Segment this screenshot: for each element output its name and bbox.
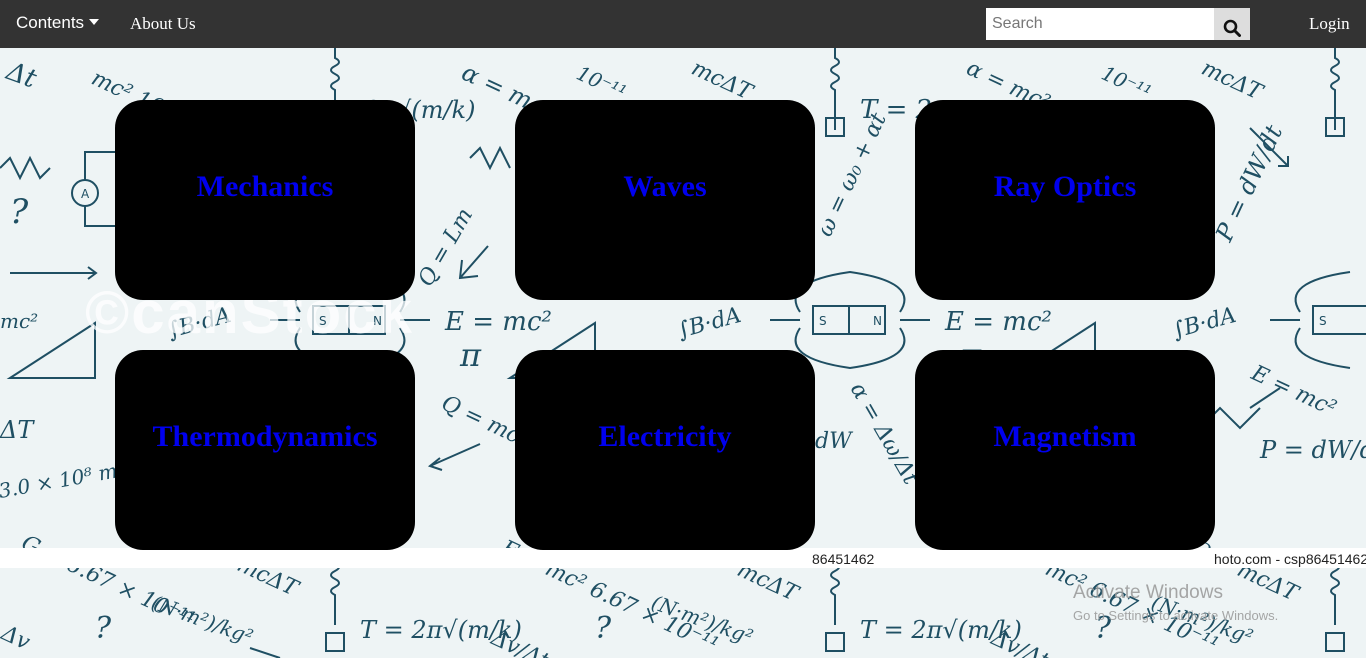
svg-text:?: ? bbox=[95, 611, 112, 646]
svg-text:A: A bbox=[81, 187, 90, 201]
topic-card-thermodynamics[interactable]: Thermodynamics bbox=[115, 350, 415, 550]
svg-text:E = mc²: E = mc² bbox=[444, 307, 552, 337]
topic-card-waves[interactable]: Waves bbox=[515, 100, 815, 300]
svg-text:S: S bbox=[1319, 314, 1327, 328]
svg-text:mcΔT: mcΔT bbox=[1197, 56, 1267, 107]
svg-text:?: ? bbox=[10, 192, 29, 232]
svg-text:mc²: mc² bbox=[0, 309, 38, 333]
svg-text:?: ? bbox=[595, 611, 612, 646]
topic-card-electricity[interactable]: Electricity bbox=[515, 350, 815, 550]
search-icon bbox=[1223, 19, 1241, 37]
svg-text:Q = mc: Q = mc bbox=[437, 391, 523, 449]
svg-text:∫B·dA: ∫B·dA bbox=[675, 303, 744, 344]
about-us-link[interactable]: About Us bbox=[130, 14, 196, 34]
activate-windows-subtitle: Go to Settings to activate Windows. bbox=[1073, 608, 1279, 623]
watermark-strip bbox=[0, 548, 1366, 568]
svg-text:N: N bbox=[873, 314, 882, 328]
search-button[interactable] bbox=[1214, 8, 1250, 40]
contents-label: Contents bbox=[16, 13, 85, 32]
topic-card-ray-optics[interactable]: Ray Optics bbox=[915, 100, 1215, 300]
activate-windows-notice: Activate Windows Go to Settings to activ… bbox=[1073, 582, 1278, 623]
svg-text:E = mc²: E = mc² bbox=[1247, 360, 1340, 421]
search-input[interactable] bbox=[986, 8, 1214, 40]
svg-text:dW: dW bbox=[815, 429, 854, 454]
watermark-id-1: 86451462 bbox=[812, 551, 875, 567]
topic-title: Mechanics bbox=[196, 170, 334, 203]
svg-text:P = dW/dt: P = dW/dt bbox=[1259, 436, 1366, 464]
topic-title: Waves bbox=[623, 170, 707, 203]
svg-text:Δt: Δt bbox=[2, 56, 41, 95]
svg-text:∫B·dA: ∫B·dA bbox=[1170, 303, 1239, 344]
svg-text:ω = ω₀ + αt: ω = ω₀ + αt bbox=[813, 109, 892, 240]
svg-text:π: π bbox=[459, 336, 482, 374]
topic-card-magnetism[interactable]: Magnetism bbox=[915, 350, 1215, 550]
svg-text:10⁻¹¹: 10⁻¹¹ bbox=[573, 61, 630, 105]
topic-title: Thermodynamics bbox=[152, 420, 378, 453]
topic-card-mechanics[interactable]: Mechanics bbox=[115, 100, 415, 300]
caret-down-icon bbox=[89, 18, 100, 25]
topic-title: Magnetism bbox=[993, 420, 1137, 453]
activate-windows-title: Activate Windows bbox=[1073, 582, 1223, 603]
svg-text:Δv: Δv bbox=[0, 620, 34, 655]
svg-text:α = Δω/Δt: α = Δω/Δt bbox=[845, 379, 923, 490]
topic-title: Ray Optics bbox=[993, 170, 1137, 203]
svg-text:S: S bbox=[819, 314, 827, 328]
svg-text:10⁻¹¹: 10⁻¹¹ bbox=[1098, 61, 1155, 105]
contents-dropdown[interactable]: Contents bbox=[16, 13, 100, 33]
login-link[interactable]: Login bbox=[1309, 14, 1350, 34]
svg-text:ΔT: ΔT bbox=[0, 416, 35, 444]
svg-text:P = dW/dt: P = dW/dt bbox=[1210, 120, 1289, 246]
svg-text:mcΔT: mcΔT bbox=[687, 56, 757, 107]
topic-title: Electricity bbox=[598, 420, 732, 453]
watermark-id-2: hoto.com - csp86451462 bbox=[1214, 551, 1366, 567]
svg-text:E = mc²: E = mc² bbox=[944, 307, 1052, 337]
navbar: Contents About Us Login bbox=[0, 0, 1366, 48]
